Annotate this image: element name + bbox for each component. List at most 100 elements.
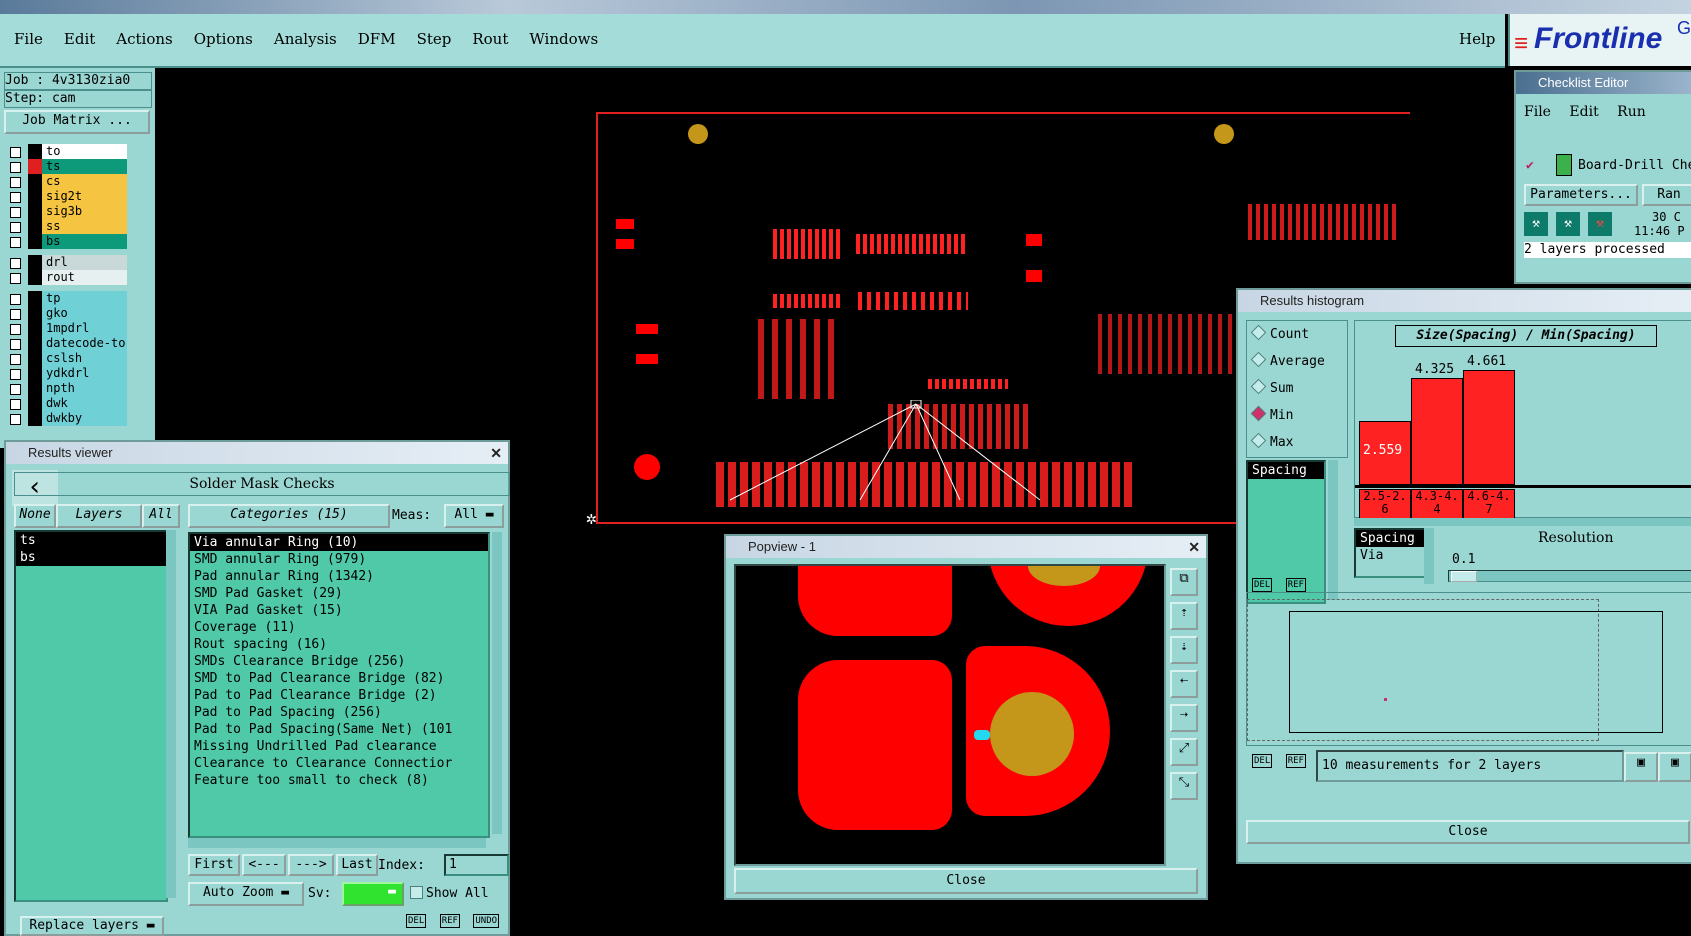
menu-options[interactable]: Options (194, 30, 253, 48)
all-button[interactable]: All (142, 504, 180, 528)
layer-checkbox[interactable] (10, 294, 21, 305)
report-icon[interactable]: ▣ (1658, 752, 1691, 782)
menu-windows[interactable]: Windows (529, 30, 598, 48)
layer-name[interactable]: ts (42, 159, 127, 174)
layer-row[interactable]: dwkby (6, 411, 127, 426)
layer-checkbox[interactable] (10, 273, 21, 284)
menu-edit[interactable]: Edit (64, 30, 95, 48)
list-item[interactable]: Spacing (1356, 530, 1424, 547)
category-item[interactable]: Pad to Pad Spacing (256) (190, 704, 488, 721)
layer-row[interactable]: bs (6, 234, 127, 249)
category-item[interactable]: Rout spacing (16) (190, 636, 488, 653)
slider-thumb[interactable] (1451, 571, 1477, 582)
histogram-close-button[interactable]: Close (1246, 820, 1690, 844)
layer-checkbox[interactable] (10, 399, 21, 410)
layers-button[interactable]: Layers (56, 504, 142, 528)
layer-checkbox[interactable] (10, 354, 21, 365)
layer-checkbox[interactable] (10, 309, 21, 320)
category-item[interactable]: Feature too small to check (8) (190, 772, 488, 789)
checklist-menu-run[interactable]: Run (1617, 104, 1646, 120)
layer-name[interactable]: rout (42, 270, 127, 285)
categories-scrollbar[interactable] (492, 532, 502, 834)
layer-row[interactable]: drl (6, 255, 127, 270)
export-icon[interactable]: ▣ (1624, 752, 1658, 782)
checklist-item[interactable]: Board-Drill Che (1578, 158, 1691, 173)
checklist-menu-edit[interactable]: Edit (1569, 104, 1598, 120)
layer-row[interactable]: sig3b (6, 204, 127, 219)
run-icon[interactable]: ⚒ (1524, 212, 1548, 236)
layer-checkbox[interactable] (10, 237, 21, 248)
violation-marker[interactable] (974, 730, 990, 740)
run-icon[interactable]: ⚒ (1556, 212, 1580, 236)
layer-name[interactable]: tp (42, 291, 127, 306)
layer-name[interactable]: ss (42, 219, 127, 234)
pan-left-icon[interactable]: ⇠ (1170, 670, 1198, 698)
layers-list[interactable]: ts bs (14, 530, 168, 902)
menu-dfm[interactable]: DFM (358, 30, 396, 48)
layer-row[interactable]: ydkdrl (6, 366, 127, 381)
category-item[interactable]: Pad to Pad Spacing(Same Net) (101 (190, 721, 488, 738)
layer-name[interactable]: sig2t (42, 189, 127, 204)
categories-hscrollbar[interactable] (188, 838, 486, 848)
menu-rout[interactable]: Rout (472, 30, 508, 48)
parameters-button[interactable]: Parameters... (1524, 184, 1638, 206)
meas-select[interactable]: All ▬ (444, 504, 504, 528)
pan-right-icon[interactable]: ⇢ (1170, 704, 1198, 732)
categories-list[interactable]: Via annular Ring (10) SMD annular Ring (9… (188, 532, 490, 838)
category-item[interactable]: VIA Pad Gasket (15) (190, 602, 488, 619)
undo-icon[interactable]: UNDO (473, 914, 500, 928)
next-button[interactable]: ---> (288, 854, 334, 876)
zoom-in-icon[interactable]: ⤢ (1170, 738, 1198, 766)
close-icon[interactable]: ✕ (490, 442, 502, 464)
layer-name[interactable]: cslsh (42, 351, 127, 366)
chart-scrollbar[interactable] (1354, 518, 1691, 526)
layer-checkbox[interactable] (10, 258, 21, 269)
layer-row[interactable]: 1mpdrl (6, 321, 127, 336)
layer-name[interactable]: npth (42, 381, 127, 396)
radio-max[interactable]: Max (1250, 432, 1293, 450)
last-button[interactable]: Last (336, 854, 378, 876)
resolution-slider[interactable] (1448, 570, 1691, 582)
zoom-out-icon[interactable]: ⤡ (1170, 772, 1198, 800)
histogram-bar[interactable] (1411, 378, 1463, 485)
layer-name[interactable]: datecode-to (42, 336, 127, 351)
ref-icon[interactable]: REF (1285, 578, 1306, 592)
ref-icon[interactable]: REF (439, 914, 460, 928)
layer-row[interactable]: tp (6, 291, 127, 306)
radio-min[interactable]: Min (1250, 405, 1293, 423)
radio-sum[interactable]: Sum (1250, 378, 1293, 396)
field-list[interactable]: Spacing Via (1354, 528, 1426, 578)
layer-checkbox[interactable] (10, 414, 21, 425)
layer-checkbox[interactable] (10, 177, 21, 188)
category-item[interactable]: SMD Pad Gasket (29) (190, 585, 488, 602)
replace-layers-select[interactable]: Replace layers ▬ (20, 916, 164, 936)
layer-name[interactable]: to (42, 144, 127, 159)
job-matrix-button[interactable]: Job Matrix ... (4, 110, 150, 134)
layer-checkbox[interactable] (10, 192, 21, 203)
categories-button[interactable]: Categories (15) (188, 504, 390, 528)
layer-name[interactable]: sig3b (42, 204, 127, 219)
layer-row[interactable]: sig2t (6, 189, 127, 204)
category-item[interactable]: Pad to Pad Clearance Bridge (2) (190, 687, 488, 704)
sv-color-select[interactable]: ▬ (342, 882, 404, 906)
popview-close-button[interactable]: Close (734, 868, 1198, 894)
field-scrollbar[interactable] (1424, 528, 1434, 584)
layer-name[interactable]: dwkby (42, 411, 127, 426)
layer-name[interactable]: drl (42, 255, 127, 270)
measure-scrollbar[interactable] (1328, 460, 1338, 600)
layer-checkbox[interactable] (10, 324, 21, 335)
layer-name[interactable]: bs (42, 234, 127, 249)
ran-button[interactable]: Ran (1642, 184, 1691, 206)
layer-name[interactable]: dwk (42, 396, 127, 411)
layer-row[interactable]: dwk (6, 396, 127, 411)
layer-row[interactable]: gko (6, 306, 127, 321)
category-item[interactable]: SMD to Pad Clearance Bridge (82) (190, 670, 488, 687)
layer-row[interactable]: rout (6, 270, 127, 285)
layer-row[interactable]: cs (6, 174, 127, 189)
histogram-bar[interactable] (1463, 370, 1515, 485)
auto-zoom-select[interactable]: Auto Zoom ▬ (188, 882, 304, 906)
list-item[interactable]: Via (1356, 547, 1424, 564)
layer-row[interactable]: ss (6, 219, 127, 234)
category-item[interactable]: Pad annular Ring (1342) (190, 568, 488, 585)
first-button[interactable]: First (188, 854, 240, 876)
